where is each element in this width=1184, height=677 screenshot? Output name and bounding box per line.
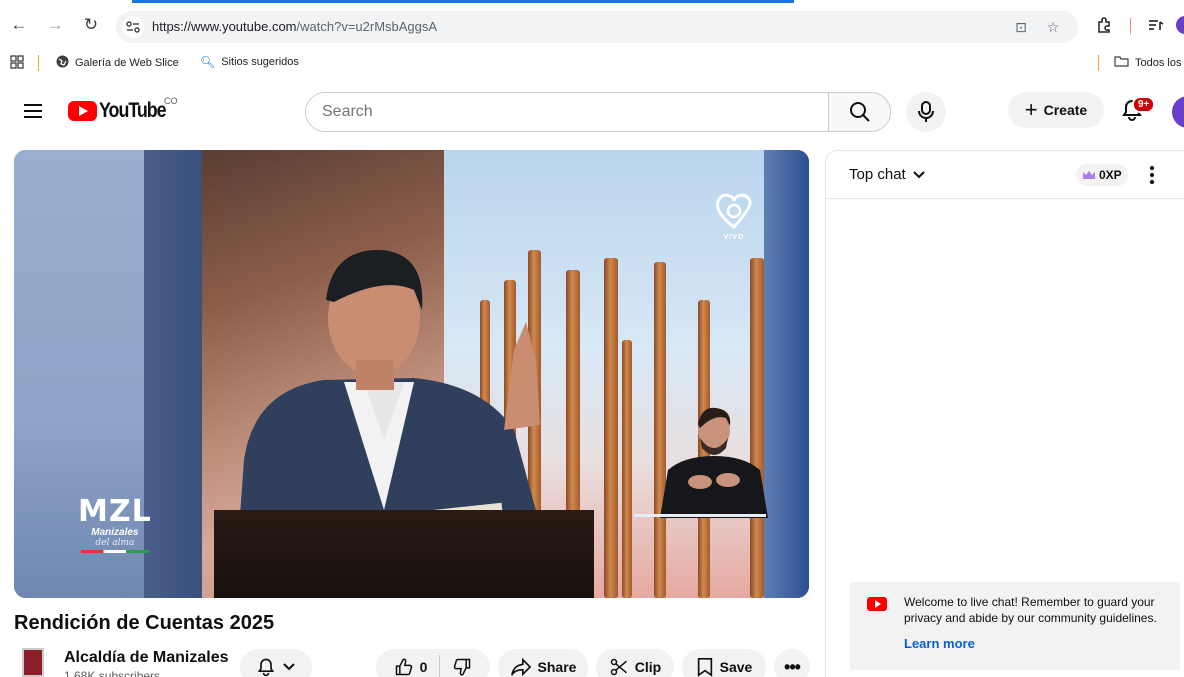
channel-name[interactable]: Alcaldía de Manizales [64,649,229,667]
reload-icon[interactable]: ↻ [80,14,102,36]
back-icon[interactable]: ← [8,14,30,36]
search-icon: 🔍︎ [200,55,216,69]
extensions-icon[interactable] [1094,15,1114,35]
globe-icon [56,55,69,71]
like-button[interactable]: 0 [394,657,428,677]
mzl-flag-stripe [80,550,149,553]
browser-toolbar: ← → ↻ https://www.youtube.com/watch?v=u2… [0,0,1184,50]
scissors-icon [610,658,627,676]
interpreter-frame-line [634,514,766,517]
more-horizontal-icon: ••• [784,656,801,677]
voice-search-button[interactable] [906,92,946,132]
background-right-wall [764,150,809,598]
logo-text: YouTube [99,99,167,122]
search-icon [849,102,870,122]
bookmarks-bar: Galería de Web Slice 🔍︎ Sitios sugeridos… [0,50,1184,76]
welcome-text: Welcome to live chat! Remember to guard … [904,595,1157,625]
subscriber-count: 1.68K subscribers [64,669,161,677]
save-label: Save [719,659,753,675]
bookmarks-separator [1098,55,1099,71]
country-code: CO [164,96,178,106]
chat-mode-label: Top chat [849,166,906,183]
bookmark-star-icon[interactable]: ☆ [1044,18,1062,36]
mzl-tagline: del alma [95,538,135,548]
background-pillar [144,150,204,598]
video-player[interactable]: MZL Manizales del alma VIVO [14,150,809,598]
reading-list-icon[interactable] [1146,15,1166,35]
search-input[interactable] [322,93,812,131]
share-button[interactable]: Share [498,649,588,677]
active-tab-indicator [132,0,794,3]
sign-language-interpreter [660,407,768,518]
studio-desk [214,510,594,598]
apps-grid-icon[interactable] [10,55,24,69]
menu-icon[interactable] [24,104,42,118]
browser-profile-avatar[interactable] [1176,16,1184,34]
save-button[interactable]: Save [682,649,766,677]
chat-more-options-icon[interactable] [1142,163,1162,187]
more-actions-button[interactable]: ••• [774,649,810,677]
like-divider [439,655,441,677]
plus-icon: + [1024,97,1038,122]
bookmark-label: Sitios sugeridos [221,56,299,68]
video-title: Rendición de Cuentas 2025 [14,612,275,634]
bell-icon [257,658,275,677]
share-icon [510,657,531,677]
learn-more-link[interactable]: Learn more [904,636,975,651]
youtube-logo[interactable]: YouTube [68,99,177,123]
toolbar-separator [1130,18,1131,34]
bookmark-suggested-sites[interactable]: 🔍︎ Sitios sugeridos [200,55,299,69]
search-box[interactable] [305,92,829,132]
chat-mode-dropdown[interactable]: Top chat [849,166,926,183]
crown-icon [1083,171,1095,179]
url-host: https://www.youtube.com [152,19,297,34]
vivo-text: VIVO [723,234,745,241]
notification-count-badge: 9+ [1132,96,1156,113]
bookmark-web-slice-gallery[interactable]: Galería de Web Slice [56,55,179,71]
bookmark-icon [697,658,712,677]
bookmarks-separator [38,55,39,71]
bookmark-label: Todos los [1135,56,1182,69]
share-label: Share [537,659,577,675]
create-button[interactable]: + Create [1008,92,1104,128]
site-info-icon[interactable] [122,16,144,38]
chevron-down-icon [283,663,295,671]
thumbs-down-icon [454,658,471,676]
bamboo-pole [622,340,632,598]
address-bar[interactable]: https://www.youtube.com/watch?v=u2rMsbAg… [116,11,1078,43]
clip-button[interactable]: Clip [596,649,674,677]
xp-value: 0XP [1099,168,1122,182]
url-text[interactable]: https://www.youtube.com/watch?v=u2rMsbAg… [152,19,437,34]
youtube-header: YouTube + Create [0,84,1184,140]
xp-badge[interactable]: 0XP [1076,164,1128,186]
heart-icon [715,193,752,230]
like-count: 0 [419,659,428,675]
vivo-channel-bug: VIVO [714,193,754,241]
create-label: Create [1043,102,1088,118]
chevron-down-icon [913,170,925,178]
welcome-banner: Welcome to live chat! Remember to guard … [850,582,1180,670]
forward-icon[interactable]: → [44,14,66,36]
manizales-logo: MZL Manizales del alma [78,497,152,553]
bookmark-label: Galería de Web Slice [75,57,179,69]
all-bookmarks-folder[interactable]: Todos los [1114,55,1181,70]
clip-label: Clip [634,659,662,675]
thumbs-up-icon [395,658,412,676]
dislike-button[interactable] [452,657,472,677]
youtube-play-icon [68,101,97,121]
chat-header: Top chat 0XP [826,151,1184,199]
microphone-icon [918,101,934,122]
url-path: /watch?v=u2rMsbAggsA [296,19,438,34]
bamboo-pole [604,258,618,598]
channel-avatar[interactable] [22,648,44,677]
search-button[interactable] [828,92,891,132]
folder-icon [1114,55,1129,70]
like-dislike-group: 0 [376,649,490,677]
mzl-logo-text: MZL [78,494,152,529]
install-app-icon[interactable]: ⊡ [1012,18,1030,36]
live-chat-panel: Top chat 0XP Welcome to live chat! Remem… [825,150,1184,677]
youtube-play-icon [867,597,887,611]
subscription-notifications-button[interactable] [240,649,312,677]
